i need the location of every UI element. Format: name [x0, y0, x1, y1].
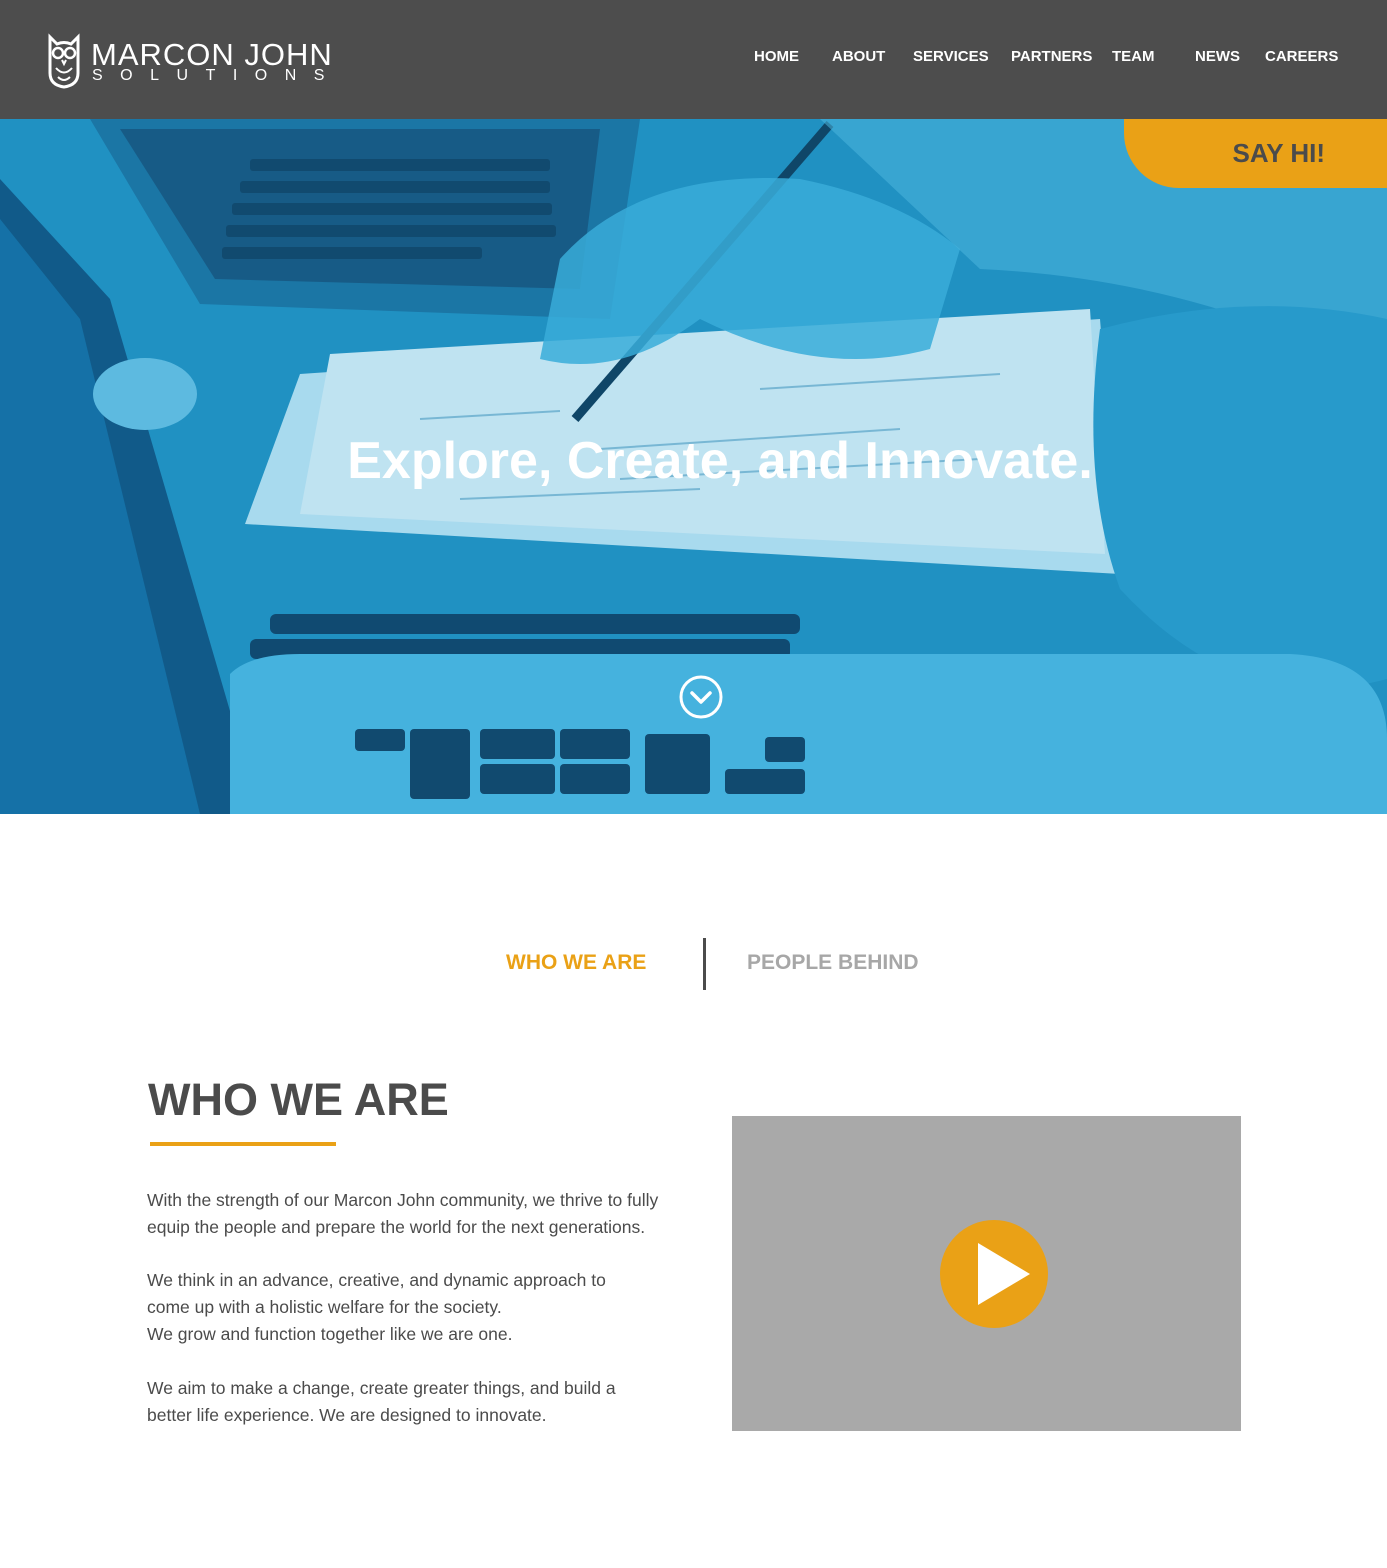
nav-services[interactable]: SERVICES: [913, 48, 989, 65]
title-underline: [150, 1142, 336, 1146]
section-title: WHO WE ARE: [148, 1074, 449, 1125]
say-hi-label: SAY HI!: [1232, 138, 1326, 168]
paragraph-3: We aim to make a change, create greater …: [147, 1375, 707, 1429]
paragraph-line: We aim to make a change, create greater …: [147, 1378, 616, 1398]
paragraph-line: come up with a holistic welfare for the …: [147, 1297, 502, 1317]
nav-careers[interactable]: CAREERS: [1265, 48, 1338, 65]
hero-title: Explore, Create, and Innovate.: [347, 432, 1093, 490]
nav-home[interactable]: HOME: [754, 48, 799, 65]
paragraph-line: With the strength of our Marcon John com…: [147, 1190, 659, 1210]
chevron-down-circle-icon[interactable]: [678, 674, 724, 720]
site-header: MARCON JOHN SOLUTIONS HOME ABOUT SERVICE…: [0, 0, 1387, 119]
video-player[interactable]: [732, 1116, 1241, 1431]
paragraph-line: We grow and function together like we ar…: [147, 1324, 513, 1344]
nav-news[interactable]: NEWS: [1195, 48, 1240, 65]
tab-people-behind[interactable]: PEOPLE BEHIND: [747, 951, 919, 975]
nav-team[interactable]: TEAM: [1112, 48, 1155, 65]
hero-banner: SAY HI! Explore, Create, and Innovate.: [0, 119, 1387, 814]
say-hi-button[interactable]: SAY HI!: [1124, 119, 1387, 188]
paragraph-1: With the strength of our Marcon John com…: [147, 1187, 707, 1241]
tab-who-we-are[interactable]: WHO WE ARE: [506, 951, 646, 975]
paragraph-line: better life experience. We are designed …: [147, 1405, 547, 1425]
play-button[interactable]: [940, 1220, 1048, 1328]
paragraph-2: We think in an advance, creative, and dy…: [147, 1267, 707, 1348]
paragraph-line: equip the people and prepare the world f…: [147, 1217, 646, 1237]
paragraph-line: We think in an advance, creative, and dy…: [147, 1270, 606, 1290]
main-nav: HOME ABOUT SERVICES PARTNERS TEAM NEWS C…: [0, 48, 1387, 70]
tab-divider: [703, 938, 706, 990]
play-icon: [978, 1243, 1030, 1305]
nav-about[interactable]: ABOUT: [832, 48, 885, 65]
nav-partners[interactable]: PARTNERS: [1011, 48, 1092, 65]
